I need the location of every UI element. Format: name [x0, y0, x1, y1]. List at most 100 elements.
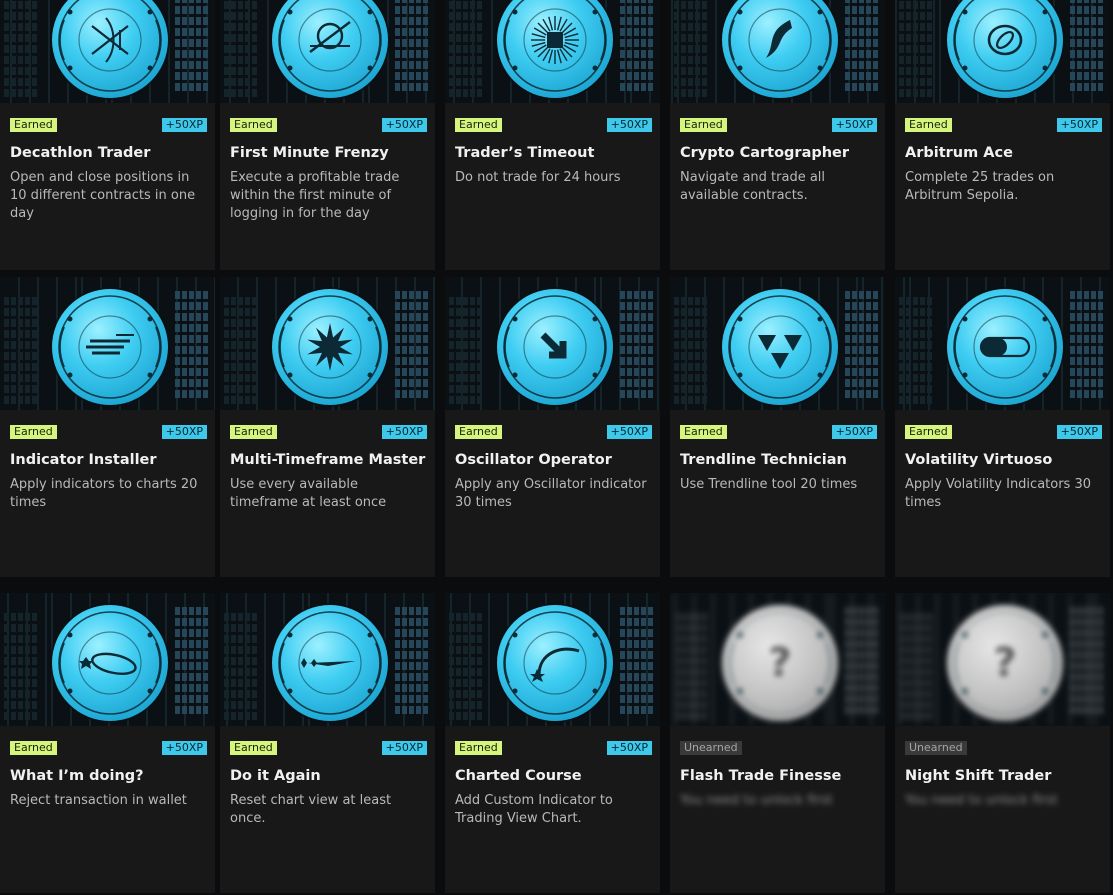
badge-title: Night Shift Trader [905, 768, 1052, 784]
badge-title: What I’m doing? [10, 768, 144, 784]
badge-description: Reset chart view at least once. [230, 793, 392, 826]
badge-description: You need to unlock first [680, 793, 833, 808]
xp-badge: +50XP [161, 741, 207, 755]
badge-description: Use every available timeframe at least o… [230, 477, 387, 510]
status-badge: Earned [905, 425, 952, 439]
status-badge: Earned [455, 118, 502, 132]
badge-description: Navigate and trade all available contrac… [680, 170, 826, 203]
speed-lines-icon [50, 287, 170, 407]
badge-card[interactable]: Earned +50XP Indicator Installer Apply i… [0, 277, 215, 577]
toggle-pill-icon [945, 287, 1065, 407]
xp-badge: +50XP [831, 118, 877, 132]
status-badge: Earned [10, 741, 57, 755]
xp-badge: +50XP [831, 425, 877, 439]
badge-medal-art [445, 593, 660, 726]
badge-medal-art [895, 277, 1110, 410]
badge-title: Do it Again [230, 768, 321, 784]
question-mark-icon: ? [720, 603, 840, 723]
badge-description: Use Trendline tool 20 times [680, 477, 858, 492]
badge-title: Multi-Timeframe Master [230, 452, 426, 468]
badge-medal-art [670, 0, 885, 103]
badge-description: Add Custom Indicator to Trading View Cha… [455, 793, 613, 826]
orbit-star-icon [50, 603, 170, 723]
badge-title: First Minute Frenzy [230, 145, 389, 161]
badge-description: You need to unlock first [905, 793, 1058, 808]
svg-text:?: ? [993, 640, 1016, 686]
badge-card[interactable]: Earned +50XP Volatility Virtuoso Apply V… [895, 277, 1110, 577]
badge-medal-art [0, 593, 215, 726]
badge-medal-art [220, 593, 435, 726]
status-badge: Earned [10, 425, 57, 439]
xp-badge: +50XP [1056, 118, 1102, 132]
badge-title: Charted Course [455, 768, 582, 784]
xp-badge: +50XP [606, 118, 652, 132]
badge-description: Open and close positions in 10 different… [10, 170, 196, 221]
spiky-star-icon [270, 287, 390, 407]
status-badge: Unearned [905, 741, 967, 755]
comet-icon [270, 603, 390, 723]
xp-badge: +50XP [161, 118, 207, 132]
badge-medal-art: ? [670, 593, 885, 726]
badge-card[interactable]: Earned +50XP Multi-Timeframe Master Use … [220, 277, 435, 577]
badge-card[interactable]: Earned +50XP Trendline Technician Use Tr… [670, 277, 885, 577]
status-badge: Earned [680, 118, 727, 132]
status-badge: Earned [230, 741, 277, 755]
badge-description: Apply any Oscillator indicator 30 times [455, 477, 647, 510]
badge-title: Trendline Technician [680, 452, 847, 468]
badge-card[interactable]: Earned +50XP Crypto Cartographer Navigat… [670, 0, 885, 270]
badge-description: Do not trade for 24 hours [455, 170, 621, 185]
badge-title: Flash Trade Finesse [680, 768, 842, 784]
status-badge: Earned [680, 425, 727, 439]
question-mark-icon: ? [945, 603, 1065, 723]
badge-medal-art [0, 0, 215, 103]
badge-grid: Earned +50XP Decathlon Trader Open and c… [0, 0, 1113, 895]
badge-title: Crypto Cartographer [680, 145, 850, 161]
badge-medal-art [220, 0, 435, 103]
xp-badge: +50XP [381, 118, 427, 132]
badge-title: Arbitrum Ace [905, 145, 1013, 161]
xp-badge: +50XP [381, 425, 427, 439]
badge-title: Volatility Virtuoso [905, 452, 1053, 468]
status-badge: Earned [230, 118, 277, 132]
badge-description: Apply Volatility Indicators 30 times [905, 477, 1091, 510]
badge-card[interactable]: ? Unearned Flash Trade Finesse You need … [670, 593, 885, 893]
status-badge: Earned [230, 425, 277, 439]
badge-title: Trader’s Timeout [455, 145, 595, 161]
arrow-down-right-icon [495, 287, 615, 407]
status-badge: Earned [455, 425, 502, 439]
badge-medal-art [445, 277, 660, 410]
badge-description: Apply indicators to charts 20 times [10, 477, 198, 510]
badge-card[interactable]: Earned +50XP Decathlon Trader Open and c… [0, 0, 215, 270]
badge-medal-art [0, 277, 215, 410]
badge-card[interactable]: Earned +50XP Arbitrum Ace Complete 25 tr… [895, 0, 1110, 270]
badge-title: Oscillator Operator [455, 452, 612, 468]
xp-badge: +50XP [606, 425, 652, 439]
badge-card[interactable]: Earned +50XP Charted Course Add Custom I… [445, 593, 660, 893]
badge-description: Reject transaction in wallet [10, 793, 187, 808]
badge-card[interactable]: Earned +50XP Trader’s Timeout Do not tra… [445, 0, 660, 270]
badge-card[interactable]: Earned +50XP Oscillator Operator Apply a… [445, 277, 660, 577]
status-badge: Earned [10, 118, 57, 132]
badge-title: Indicator Installer [10, 452, 157, 468]
badge-card[interactable]: Earned +50XP Do it Again Reset chart vie… [220, 593, 435, 893]
badge-card[interactable]: Earned +50XP What I’m doing? Reject tran… [0, 593, 215, 893]
status-badge: Unearned [680, 741, 742, 755]
xp-badge: +50XP [606, 741, 652, 755]
xp-badge: +50XP [381, 741, 427, 755]
arc-star-icon [495, 603, 615, 723]
badge-medal-art [895, 0, 1110, 103]
badge-title: Decathlon Trader [10, 145, 151, 161]
badge-medal-art [220, 277, 435, 410]
badge-medal-art: ? [895, 593, 1110, 726]
xp-badge: +50XP [161, 425, 207, 439]
svg-text:?: ? [768, 640, 791, 686]
xp-badge: +50XP [1056, 425, 1102, 439]
badge-description: Execute a profitable trade within the fi… [230, 170, 400, 221]
badge-medal-art [670, 277, 885, 410]
badge-card[interactable]: ? Unearned Night Shift Trader You need t… [895, 593, 1110, 893]
status-badge: Earned [905, 118, 952, 132]
badge-medal-art [445, 0, 660, 103]
badge-description: Complete 25 trades on Arbitrum Sepolia. [905, 170, 1055, 203]
badge-card[interactable]: Earned +50XP First Minute Frenzy Execute… [220, 0, 435, 270]
status-badge: Earned [455, 741, 502, 755]
